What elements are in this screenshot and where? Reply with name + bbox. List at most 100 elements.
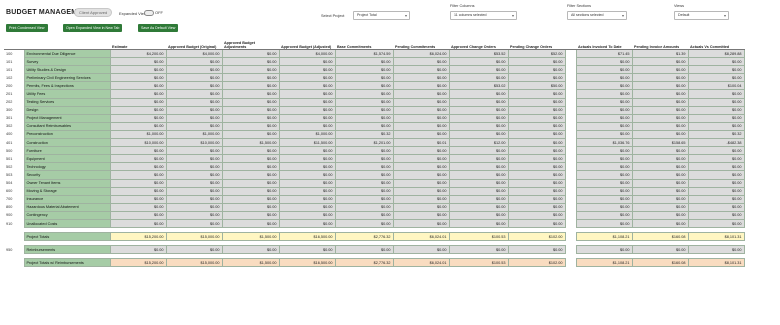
amount-cell[interactable]: $0.00	[334, 113, 394, 123]
amount-cell[interactable]: $0.00	[165, 170, 223, 180]
amount-cell[interactable]: $0.00	[448, 186, 509, 196]
category-name[interactable]: Permits, Fees & Inspections	[23, 81, 111, 91]
amount-cell[interactable]: $0.00	[278, 162, 336, 172]
category-name[interactable]: Survey	[23, 57, 111, 67]
amount-cell[interactable]: $0.00	[278, 178, 336, 188]
amount-cell[interactable]: $0.00	[278, 57, 336, 67]
amount-cell[interactable]: $0.00	[109, 186, 167, 196]
amount-cell[interactable]: $0.00	[631, 89, 689, 99]
amount-cell[interactable]: $0.00	[687, 210, 745, 220]
amount-cell[interactable]: $1,108.21	[575, 258, 633, 268]
amount-cell[interactable]: $0.00	[631, 178, 689, 188]
amount-cell[interactable]: $0.00	[687, 73, 745, 83]
amount-cell[interactable]: $0.00	[448, 154, 509, 164]
amount-cell[interactable]: $0.00	[278, 154, 336, 164]
amount-cell[interactable]: $0.00	[278, 186, 336, 196]
amount-cell[interactable]: $0.00	[165, 202, 223, 212]
amount-cell[interactable]: $102.00	[507, 232, 566, 242]
amount-cell[interactable]: $0.00	[334, 170, 394, 180]
amount-cell[interactable]: $0.00	[334, 89, 394, 99]
category-name[interactable]: Environmental Due Diligence	[23, 48, 111, 59]
open-expanded-button[interactable]: Open Expanded View in New Tab	[63, 24, 123, 32]
amount-cell[interactable]: $1,000.00	[278, 129, 336, 140]
amount-cell[interactable]: $16,500.00	[278, 232, 336, 242]
amount-cell[interactable]: $0.00	[575, 81, 633, 91]
amount-cell[interactable]: $0.00	[334, 210, 394, 220]
amount-cell[interactable]: $0.00	[631, 73, 689, 83]
amount-cell[interactable]: $0.00	[109, 178, 167, 188]
category-name[interactable]: Contingency	[23, 210, 111, 220]
amount-cell[interactable]: $15,200.00	[109, 258, 167, 268]
amount-cell[interactable]: $0.00	[165, 154, 223, 164]
amount-cell[interactable]: $0.00	[392, 218, 450, 229]
amount-cell[interactable]: $52.00	[507, 48, 566, 59]
amount-cell[interactable]: $0.00	[278, 89, 336, 99]
column-header[interactable]: Pending Commitments	[393, 35, 449, 50]
amount-cell[interactable]: $2,776.32	[334, 232, 394, 242]
amount-cell[interactable]: $0.00	[575, 57, 633, 67]
amount-cell[interactable]: $0.00	[631, 245, 689, 255]
amount-cell[interactable]: $0.00	[575, 210, 633, 220]
amount-cell[interactable]: $0.00	[278, 202, 336, 212]
amount-cell[interactable]: $0.00	[109, 210, 167, 220]
amount-cell[interactable]: $0.00	[687, 154, 745, 164]
amount-cell[interactable]: $0.00	[507, 65, 566, 75]
amount-cell[interactable]: $0.00	[221, 48, 280, 59]
column-header[interactable]: Actuals Invoiced To Date	[576, 35, 632, 50]
amount-cell[interactable]: $0.00	[165, 194, 223, 204]
category-name[interactable]: Preconstruction	[23, 129, 111, 140]
amount-cell[interactable]: $0.00	[687, 89, 745, 99]
amount-cell[interactable]: $0.00	[165, 81, 223, 91]
amount-cell[interactable]: $0.00	[221, 105, 280, 115]
amount-cell[interactable]: $1,036.76	[575, 138, 633, 148]
amount-cell[interactable]: $0.00	[334, 218, 394, 229]
category-name[interactable]: Utility Studies & Design	[23, 65, 111, 75]
amount-cell[interactable]: $0.00	[109, 105, 167, 115]
amount-cell[interactable]: $0.00	[631, 186, 689, 196]
amount-cell[interactable]: $0.00	[334, 186, 394, 196]
amount-cell[interactable]: $0.00	[448, 57, 509, 67]
category-name[interactable]: Furniture	[23, 146, 111, 156]
amount-cell[interactable]: $0.00	[165, 146, 223, 156]
amount-cell[interactable]: $0.00	[507, 105, 566, 115]
amount-cell[interactable]: $0.00	[221, 113, 280, 123]
amount-cell[interactable]: $0.00	[448, 105, 509, 115]
amount-cell[interactable]: $0.00	[507, 138, 566, 148]
amount-cell[interactable]: $0.00	[448, 162, 509, 172]
views-dropdown[interactable]: Default	[674, 11, 729, 20]
amount-cell[interactable]: $0.00	[448, 202, 509, 212]
category-name[interactable]: Preliminary Civil Engineering Services	[23, 73, 111, 83]
category-name[interactable]: Consultant Reimbursables	[23, 121, 111, 131]
amount-cell[interactable]: $0.00	[687, 97, 745, 107]
column-header[interactable]: Approved Change Orders	[449, 35, 508, 50]
amount-cell[interactable]: $0.00	[448, 194, 509, 204]
filter-sections-dropdown[interactable]: All sections selected	[567, 11, 627, 20]
amount-cell[interactable]: $0.00	[109, 194, 167, 204]
category-name[interactable]: Testing Services	[23, 97, 111, 107]
amount-cell[interactable]: $0.00	[221, 170, 280, 180]
amount-cell[interactable]: $16,500.00	[278, 258, 336, 268]
amount-cell[interactable]: $1,574.59	[334, 48, 394, 59]
amount-cell[interactable]: $15,000.00	[165, 258, 223, 268]
amount-cell[interactable]: $0.00	[631, 57, 689, 67]
amount-cell[interactable]: $0.00	[334, 57, 394, 67]
amount-cell[interactable]: $0.00	[278, 218, 336, 229]
amount-cell[interactable]: $6,024.00	[392, 48, 450, 59]
amount-cell[interactable]: $0.00	[109, 81, 167, 91]
amount-cell[interactable]: $0.00	[448, 129, 509, 140]
amount-cell[interactable]: $0.00	[687, 245, 745, 255]
amount-cell[interactable]: $100.04	[687, 81, 745, 91]
amount-cell[interactable]: $0.00	[334, 178, 394, 188]
amount-cell[interactable]: $0.00	[392, 146, 450, 156]
amount-cell[interactable]: $0.00	[165, 57, 223, 67]
category-name[interactable]: Moving & Storage	[23, 186, 111, 196]
amount-cell[interactable]: $0.00	[687, 178, 745, 188]
column-header[interactable]: Approved Budget (Original)	[166, 35, 222, 50]
amount-cell[interactable]: $0.01	[392, 138, 450, 148]
amount-cell[interactable]: $0.00	[448, 146, 509, 156]
amount-cell[interactable]: $0.00	[392, 105, 450, 115]
amount-cell[interactable]: $1,500.00	[221, 138, 280, 148]
amount-cell[interactable]: $0.00	[448, 218, 509, 229]
amount-cell[interactable]: $0.00	[334, 154, 394, 164]
amount-cell[interactable]: $0.00	[334, 121, 394, 131]
